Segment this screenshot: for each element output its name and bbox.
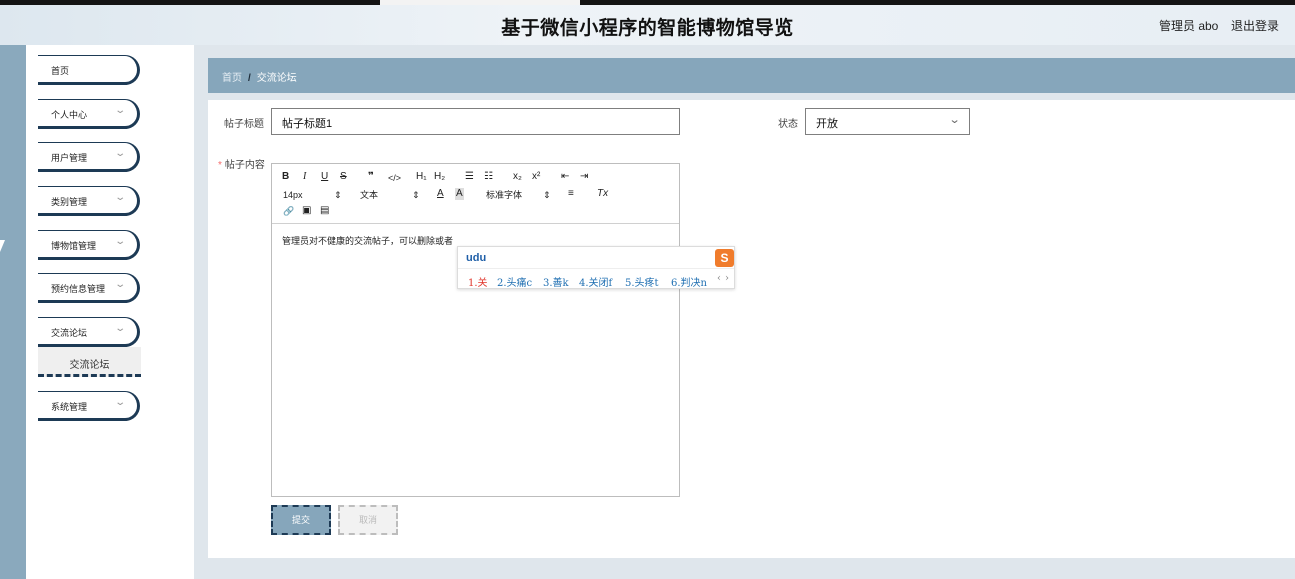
- content-label-text: 帖子内容: [224, 160, 265, 171]
- sidebar-item-system-management[interactable]: 系统管理 ⌄: [38, 391, 140, 421]
- breadcrumb-separator: /: [248, 73, 251, 84]
- ime-candidate[interactable]: 4.关闭f: [579, 274, 612, 289]
- status-value: 开放: [816, 118, 838, 130]
- chevron-updown-icon: ⇕: [412, 190, 420, 200]
- required-mark: *: [218, 160, 222, 171]
- chevron-right-icon[interactable]: ›: [725, 273, 729, 284]
- app-header: 基于微信小程序的智能博物馆导览 管理员 abo 退出登录: [0, 5, 1295, 45]
- ime-candidate-popup: udu S 1.关 2.头痛c 3.善k 4.关闭f 5.头疼t 6.判决n ‹…: [457, 246, 735, 289]
- video-icon[interactable]: ▤: [320, 205, 329, 217]
- sidebar-item-user-management[interactable]: 用户管理 ⌄: [38, 142, 140, 172]
- ime-candidate[interactable]: 3.善k: [543, 274, 569, 289]
- chevron-down-icon: ⌄: [113, 397, 126, 408]
- block-type-select[interactable]: 文本: [360, 189, 378, 201]
- ime-candidate-list: 1.关 2.头痛c 3.善k 4.关闭f 5.头疼t 6.判决n ‹ ›: [458, 268, 734, 289]
- logout-link[interactable]: 退出登录: [1231, 17, 1279, 34]
- chevron-down-icon: ⌄: [113, 105, 126, 116]
- sidebar-item-reservation-management[interactable]: 预约信息管理 ⌄: [38, 273, 140, 303]
- sidebar: 首页 个人中心 ⌄ 用户管理 ⌄ 类别管理 ⌄ 博物馆管理 ⌄ 预约信息管理 ⌄…: [26, 45, 194, 579]
- link-icon[interactable]: 🔗: [283, 205, 294, 217]
- font-color-button[interactable]: A: [437, 188, 444, 200]
- mouse-cursor-icon: [0, 240, 5, 252]
- ime-candidate[interactable]: 2.头痛c: [497, 274, 532, 289]
- sidebar-item-label: 首页: [51, 66, 70, 76]
- editor-toolbar: B I U S ❞ </> H₁ H₂ ☰ ☷ x₂ x² ⇤ ⇥ 14px ⇕…: [272, 164, 679, 224]
- h2-button[interactable]: H₂: [434, 171, 445, 183]
- cancel-button[interactable]: 取消: [338, 505, 398, 535]
- sidebar-item-personal-center[interactable]: 个人中心 ⌄: [38, 99, 140, 129]
- current-user: 管理员 abo: [1159, 19, 1219, 33]
- font-size-select[interactable]: 14px: [283, 189, 303, 201]
- breadcrumb-home[interactable]: 首页: [222, 73, 242, 84]
- background-color-button[interactable]: A: [455, 188, 464, 200]
- ordered-list-button[interactable]: ☰: [465, 171, 474, 183]
- status-select[interactable]: 开放 ⌄: [805, 108, 970, 135]
- chevron-down-icon: ⌄: [113, 279, 126, 290]
- sidebar-subitem-label: 交流论坛: [69, 360, 110, 371]
- superscript-button[interactable]: x²: [532, 171, 540, 183]
- chevron-down-icon: ⌄: [113, 323, 126, 334]
- sidebar-item-label: 用户管理: [51, 153, 88, 163]
- sidebar-item-home[interactable]: 首页: [38, 55, 140, 85]
- code-button[interactable]: </>: [388, 172, 401, 184]
- indent-button[interactable]: ⇥: [580, 171, 588, 183]
- ime-candidate[interactable]: 5.头疼t: [625, 274, 659, 289]
- ime-candidate[interactable]: 1.关: [468, 274, 488, 289]
- bullet-list-button[interactable]: ☷: [484, 171, 493, 183]
- clear-format-button[interactable]: Tx: [597, 188, 608, 200]
- h1-button[interactable]: H₁: [416, 171, 427, 183]
- outdent-button[interactable]: ⇤: [561, 171, 569, 183]
- sidebar-item-forum[interactable]: 交流论坛 ⌄: [38, 317, 140, 347]
- ime-candidate[interactable]: 6.判决n: [671, 274, 707, 289]
- chevron-left-icon[interactable]: ‹: [717, 273, 721, 284]
- sidebar-subitem-forum[interactable]: 交流论坛: [38, 347, 141, 377]
- content-label: * 帖子内容: [218, 156, 265, 171]
- chevron-down-icon: ⌄: [113, 148, 126, 159]
- rich-text-editor[interactable]: B I U S ❞ </> H₁ H₂ ☰ ☷ x₂ x² ⇤ ⇥ 14px ⇕…: [271, 163, 680, 497]
- sidebar-item-label: 个人中心: [51, 110, 88, 120]
- status-label: 状态: [778, 119, 798, 130]
- italic-button[interactable]: I: [303, 171, 306, 183]
- editor-content[interactable]: 管理员对不健康的交流帖子，可以删除或者: [282, 234, 453, 247]
- sidebar-item-label: 系统管理: [51, 402, 88, 412]
- ime-composition: udu: [466, 252, 487, 264]
- breadcrumb-current: 交流论坛: [256, 73, 297, 84]
- strike-button[interactable]: S: [340, 171, 347, 183]
- sidebar-item-category-management[interactable]: 类别管理 ⌄: [38, 186, 140, 216]
- app-title: 基于微信小程序的智能博物馆导览: [501, 18, 794, 39]
- underline-button[interactable]: U: [321, 171, 328, 183]
- chevron-updown-icon: ⇕: [334, 190, 342, 200]
- ime-logo-icon: S: [715, 249, 734, 267]
- left-edge-strip: [0, 45, 26, 579]
- font-family-select[interactable]: 标准字体: [486, 189, 522, 201]
- subscript-button[interactable]: x₂: [513, 171, 522, 183]
- chevron-down-icon: ⌄: [948, 114, 961, 126]
- sidebar-item-label: 类别管理: [51, 197, 88, 207]
- sidebar-item-label: 预约信息管理: [51, 284, 106, 294]
- breadcrumb: 首页 / 交流论坛: [208, 58, 1295, 93]
- align-button[interactable]: ≡: [568, 188, 574, 200]
- submit-button[interactable]: 提交: [271, 505, 331, 535]
- sidebar-item-label: 博物馆管理: [51, 241, 97, 251]
- chevron-updown-icon: ⇕: [543, 190, 551, 200]
- sidebar-item-museum-management[interactable]: 博物馆管理 ⌄: [38, 230, 140, 260]
- image-icon[interactable]: ▣: [302, 205, 311, 217]
- bold-button[interactable]: B: [282, 171, 289, 183]
- sidebar-item-label: 交流论坛: [51, 328, 88, 338]
- chevron-down-icon: ⌄: [113, 192, 126, 203]
- chevron-down-icon: ⌄: [113, 236, 126, 247]
- title-label: 帖子标题: [224, 119, 264, 130]
- quote-button[interactable]: ❞: [368, 171, 374, 183]
- title-input[interactable]: 帖子标题1: [271, 108, 680, 135]
